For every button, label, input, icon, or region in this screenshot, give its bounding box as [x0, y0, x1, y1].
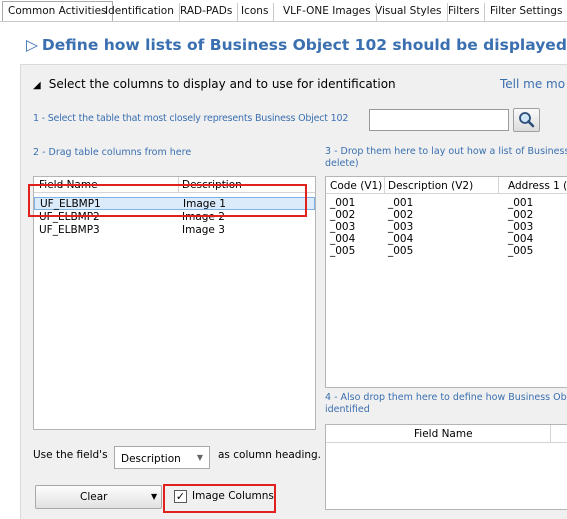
use-field-label: Use the field's [33, 449, 108, 461]
tab-common-activities[interactable]: Common Activities [2, 1, 113, 21]
step4-label: 4 - Also drop them here to define how Bu… [325, 392, 567, 415]
selected-value: Description [121, 453, 181, 465]
step3-label: 3 - Drop them here to lay out how a list… [325, 146, 567, 169]
table-row[interactable]: _005 _005 _005 [326, 245, 567, 257]
section-label: Select the columns to display and to use… [48, 77, 396, 91]
clear-button[interactable]: Clear ▼ [35, 485, 162, 509]
tab-icons[interactable]: Icons [236, 3, 275, 21]
tab-identification[interactable]: Identification [100, 3, 180, 21]
description-cell: Image 3 [182, 224, 225, 236]
layout-columns-table[interactable]: Code (V1) Description (V2) Address 1 (A … [325, 176, 567, 388]
tab-bar: Common Activities Identification RAD-PAD… [0, 0, 567, 22]
column-header-address[interactable]: Address 1 (A [508, 180, 567, 192]
tab-rad-pads[interactable]: RAD-PADs [175, 3, 239, 21]
table-row[interactable]: _003 _003 _003 [326, 221, 567, 233]
table-cell: _001 [330, 197, 356, 209]
identification-columns-table[interactable]: Field Name [325, 424, 567, 510]
column-heading-select[interactable]: Description ▼ [114, 446, 210, 469]
table-cell: _003 [388, 221, 414, 233]
table-row[interactable]: _004 _004 _004 [326, 233, 567, 245]
clear-button-label: Clear [80, 491, 108, 503]
chevron-down-icon: ▼ [196, 453, 203, 462]
search-button[interactable] [513, 108, 540, 132]
search-icon [519, 112, 535, 128]
table-cell: _002 [330, 209, 356, 221]
page-title-text: Define how lists of Business Object 102 … [41, 36, 567, 54]
column-header-field-name[interactable]: Field Name [414, 428, 473, 440]
table-header: Field Name [326, 425, 567, 443]
as-heading-label: as column heading. [218, 449, 322, 461]
table-row[interactable]: _001 _001 _001 [326, 197, 567, 209]
tab-vlf-one-images[interactable]: VLF-ONE Images [278, 3, 377, 21]
tab-filters[interactable]: Filters [443, 3, 486, 21]
table-cell: _005 [388, 245, 414, 257]
dropdown-arrow-icon[interactable]: ▼ [151, 492, 157, 501]
list-item[interactable]: UF_ELBMP3 Image 3 [34, 224, 315, 237]
tab-filter-settings[interactable]: Filter Settings [485, 3, 567, 21]
table-cell: _004 [330, 233, 356, 245]
table-cell: _005 [508, 245, 534, 257]
table-cell: _002 [508, 209, 534, 221]
table-cell: _003 [508, 221, 534, 233]
step2-label: 2 - Drag table columns from here [33, 147, 192, 158]
step1-label: 1 - Select the table that most closely r… [33, 113, 349, 124]
table-cell: _001 [388, 197, 414, 209]
field-name-cell: UF_ELBMP3 [39, 224, 100, 236]
section-toggle[interactable]: ◢ Select the columns to display and to us… [33, 77, 396, 91]
table-cell: _002 [388, 209, 414, 221]
collapse-triangle-icon: ◢ [33, 80, 41, 91]
table-cell: _004 [388, 233, 414, 245]
table-cell: _005 [330, 245, 356, 257]
column-header-description[interactable]: Description (V2) [388, 180, 473, 192]
tell-me-more-link[interactable]: Tell me mo [500, 77, 565, 91]
page-title: ▷ Define how lists of Business Object 102… [26, 36, 567, 54]
highlight-box-list-row [28, 184, 307, 217]
table-row[interactable]: _002 _002 _002 [326, 209, 567, 221]
highlight-box-image-columns [163, 484, 276, 513]
table-cell: _004 [508, 233, 534, 245]
table-cell: _001 [508, 197, 534, 209]
table-header: Code (V1) Description (V2) Address 1 (A [326, 177, 567, 194]
table-cell: _003 [330, 221, 356, 233]
triangle-right-icon: ▷ [26, 36, 38, 54]
tab-visual-styles[interactable]: Visual Styles [370, 3, 448, 21]
column-header-code[interactable]: Code (V1) [330, 180, 382, 192]
table-input[interactable] [369, 109, 509, 131]
